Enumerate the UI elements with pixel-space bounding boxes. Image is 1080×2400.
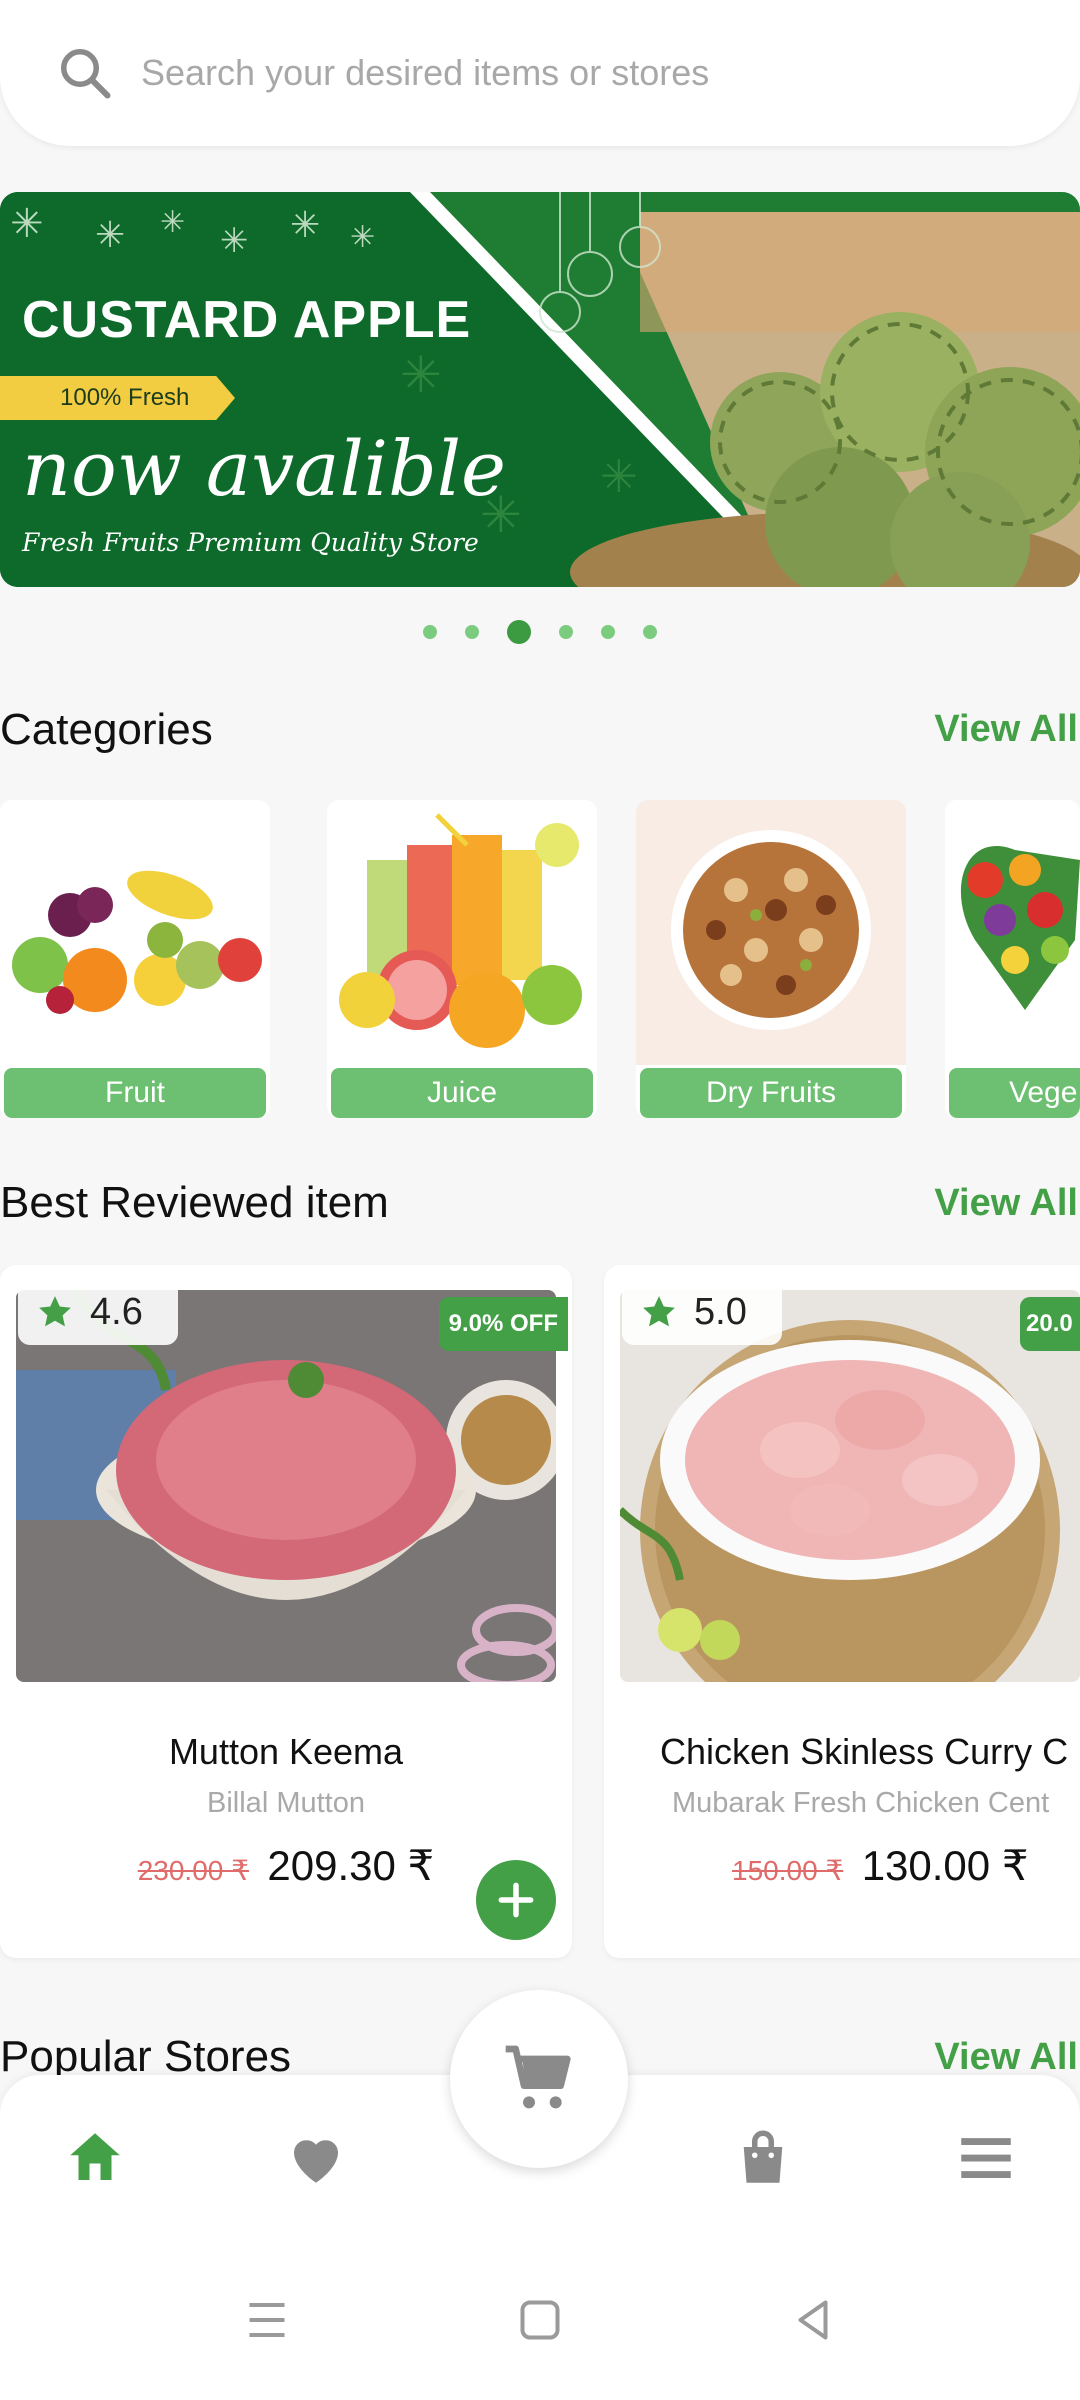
best-reviewed-title: Best Reviewed item [0, 1178, 389, 1227]
category-card-vegetables[interactable]: Vege [945, 800, 1080, 1118]
best-reviewed-view-all-link[interactable]: View All [934, 1182, 1078, 1225]
carousel-dot[interactable] [559, 625, 573, 639]
banner-title: CUSTARD APPLE [22, 291, 472, 349]
nav-favorites[interactable] [283, 2125, 349, 2191]
carousel-dot[interactable] [423, 625, 437, 639]
category-label: Vege [949, 1068, 1080, 1118]
juice-image [327, 800, 597, 1065]
svg-text:✳: ✳ [160, 206, 185, 239]
recents-icon [249, 2303, 285, 2337]
discount-badge: 9.0% OFF [438, 1297, 568, 1351]
app-screen: ✳✳ ✳✳ ✳✳ ✳✳ ✳ CUSTARD APPLE 100% Fresh n… [0, 0, 1080, 2400]
old-price: 230.00 ₹ [137, 1855, 249, 1886]
carousel-dot-active[interactable] [507, 620, 531, 644]
heart-icon [294, 2140, 338, 2183]
svg-text:✳: ✳ [600, 451, 638, 502]
price-row: 150.00 ₹ 130.00 ₹ [604, 1841, 1080, 1890]
svg-text:✳: ✳ [290, 204, 320, 245]
search-bar[interactable] [0, 0, 1080, 146]
banner-subtitle: Fresh Fruits Premium Quality Store [22, 528, 479, 557]
shopping-bag-icon [743, 2130, 783, 2183]
back-icon [798, 2300, 828, 2340]
dry-fruits-image [636, 800, 906, 1065]
fruit-image [0, 800, 270, 1065]
carousel-dot[interactable] [601, 625, 615, 639]
categories-view-all-link[interactable]: View All [934, 708, 1078, 751]
star-icon [39, 1296, 71, 1327]
nav-home[interactable] [62, 2125, 128, 2191]
svg-text:✳: ✳ [10, 202, 44, 246]
banner-headline: now avalible [22, 424, 507, 513]
category-card-fruit[interactable]: Fruit [0, 800, 270, 1118]
search-icon [61, 49, 111, 99]
cart-button[interactable] [450, 1990, 628, 2168]
product-store: Mubarak Fresh Chicken Cent [672, 1787, 1050, 1819]
current-price: 209.30 ₹ [267, 1842, 435, 1889]
add-to-cart-button[interactable] [476, 1860, 556, 1940]
category-card-juice[interactable]: Juice [327, 800, 597, 1118]
product-name: Chicken Skinless Curry C [660, 1731, 1069, 1772]
category-label: Dry Fruits [640, 1068, 902, 1118]
system-home-button[interactable] [510, 2290, 570, 2350]
category-card-dry-fruits[interactable]: Dry Fruits [636, 800, 906, 1118]
nav-menu[interactable] [953, 2125, 1019, 2191]
rating-value: 4.6 [90, 1290, 143, 1333]
system-back-button[interactable] [783, 2290, 843, 2350]
cart-icon [505, 2045, 571, 2109]
svg-text:✳: ✳ [400, 347, 442, 403]
rating-badge: 4.6 [18, 1279, 178, 1345]
discount-badge: 20.0 [1020, 1297, 1080, 1351]
plus-icon [498, 1882, 534, 1918]
rating-badge: 5.0 [622, 1279, 782, 1345]
popular-stores-view-all-link[interactable]: View All [934, 2036, 1078, 2079]
current-price: 130.00 ₹ [861, 1842, 1029, 1889]
nav-orders[interactable] [730, 2125, 796, 2191]
category-label: Fruit [4, 1068, 266, 1118]
old-price: 150.00 ₹ [732, 1855, 844, 1886]
home-icon [70, 2133, 120, 2180]
svg-text:✳: ✳ [350, 221, 375, 254]
system-navigation-bar [0, 2240, 1080, 2400]
rating-value: 5.0 [694, 1290, 747, 1333]
menu-icon [961, 2138, 1011, 2178]
categories-list: Fruit Juice Dry Fruits Vege [0, 800, 1080, 1120]
vegetables-image [945, 800, 1080, 1065]
product-card-chicken-curry-cut[interactable]: 5.0 20.0 Chicken Skinless Curry C Mubara… [604, 1265, 1080, 1958]
product-image [620, 1290, 1080, 1682]
carousel-indicator [0, 620, 1080, 644]
system-recents-button[interactable] [237, 2290, 297, 2350]
svg-text:✳: ✳ [220, 222, 249, 260]
category-label: Juice [331, 1068, 593, 1118]
product-store: Billal Mutton [207, 1787, 365, 1819]
home-square-icon [520, 2300, 560, 2340]
svg-text:✳: ✳ [95, 214, 125, 255]
banner-fresh-tag: 100% Fresh [0, 376, 235, 420]
categories-title: Categories [0, 705, 213, 754]
star-icon [643, 1296, 675, 1327]
carousel-dot[interactable] [465, 625, 479, 639]
carousel-dot[interactable] [643, 625, 657, 639]
search-input[interactable] [141, 52, 1041, 94]
product-card-mutton-keema[interactable]: 4.6 9.0% OFF Mutton Keema Billal Mutton … [0, 1265, 572, 1958]
product-name: Mutton Keema [168, 1731, 404, 1772]
